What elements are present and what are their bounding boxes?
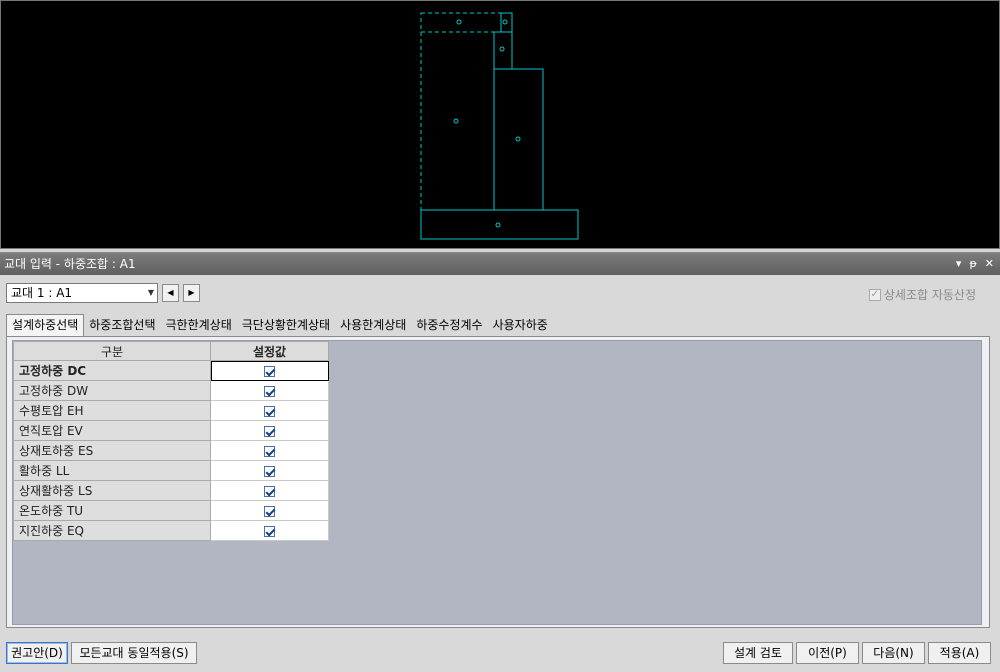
column-header-setting[interactable]: 설정값 (210, 341, 329, 361)
load-setting-cell[interactable] (210, 420, 329, 441)
load-name[interactable]: 상재활하중 LS (13, 480, 211, 501)
load-setting-cell[interactable] (210, 360, 329, 381)
next-button[interactable]: 다음(N) (862, 642, 925, 664)
load-setting-cell[interactable] (210, 500, 329, 521)
load-setting-cell[interactable] (210, 460, 329, 481)
design-review-button[interactable]: 설계 검토 (723, 642, 793, 664)
abutment-section-drawing (420, 12, 579, 240)
next-abutment-button[interactable]: ▶ (183, 284, 200, 302)
load-checkbox[interactable] (264, 405, 275, 417)
load-checkbox[interactable] (264, 465, 275, 477)
close-icon[interactable]: ✕ (985, 253, 994, 275)
table-row: 온도하중 TU (13, 500, 329, 521)
table-row: 수평토압 EH (13, 400, 329, 421)
dropdown-icon[interactable]: ▾ (956, 253, 962, 275)
centroid-marker (499, 46, 505, 52)
table-header-row: 구분 설정값 (13, 341, 329, 361)
tab-load-combination-selection[interactable]: 하중조합선택 (84, 316, 160, 336)
chevron-down-icon: ▼ (147, 288, 154, 297)
load-setting-cell[interactable] (210, 440, 329, 461)
abutment-select[interactable]: 교대 1 : A1 ▼ (6, 283, 158, 303)
table-row: 상재활하중 LS (13, 480, 329, 501)
tab-user-load[interactable]: 사용자하중 (488, 316, 553, 336)
tab-load-modifier[interactable]: 하중수정계수 (411, 316, 487, 336)
bridge-selector-row: 교대 1 : A1 ▼ ◀ ▶ (6, 283, 200, 303)
auto-combination-label: 상세조합 자동산정 (883, 288, 976, 302)
centroid-marker (495, 222, 501, 228)
stem (493, 68, 544, 211)
tab-service-limit-state[interactable]: 사용한계상태 (335, 316, 411, 336)
load-setting-cell[interactable] (210, 520, 329, 541)
load-setting-cell[interactable] (210, 380, 329, 401)
load-setting-cell[interactable] (210, 400, 329, 421)
load-checkbox[interactable] (264, 425, 275, 437)
panel-titlebar: 교대 입력 - 하중조합 : A1 ▾ ᵽ ✕ (0, 253, 1000, 275)
load-combination-panel: 교대 입력 - 하중조합 : A1 ▾ ᵽ ✕ 교대 1 : A1 ▼ ◀ ▶ … (0, 252, 1000, 672)
load-checkbox[interactable] (264, 365, 275, 377)
tab-extreme-event-limit-state[interactable]: 극단상황한계상태 (237, 316, 335, 336)
load-name[interactable]: 고정하중 DC (13, 360, 211, 381)
centroid-marker (502, 19, 508, 25)
tab-content: 구분 설정값 고정하중 DC 고정하중 DW 수평토압 EH 연직토압 EV 상… (6, 336, 990, 628)
abutment-select-value: 교대 1 : A1 (11, 286, 73, 300)
column-header-category[interactable]: 구분 (13, 341, 211, 361)
load-name[interactable]: 상재토하중 ES (13, 440, 211, 461)
load-name[interactable]: 활하중 LL (13, 460, 211, 481)
prev-abutment-button[interactable]: ◀ (162, 284, 179, 302)
auto-combination-checkbox[interactable]: ✓ (868, 288, 881, 301)
apply-all-abutments-button[interactable]: 모든교대 동일적용(S) (71, 642, 197, 664)
load-name[interactable]: 연직토압 EV (13, 420, 211, 441)
load-name[interactable]: 고정하중 DW (13, 380, 211, 401)
tab-strip: 설계하중선택 하중조합선택 극한한계상태 극단상황한계상태 사용한계상태 하중수… (6, 314, 553, 336)
prev-button[interactable]: 이전(P) (796, 642, 859, 664)
centroid-marker (453, 118, 459, 124)
table-row: 고정하중 DW (13, 380, 329, 401)
load-checkbox[interactable] (264, 485, 275, 497)
load-checkbox[interactable] (264, 525, 275, 537)
table-row: 고정하중 DC (13, 360, 329, 381)
centroid-marker (456, 19, 462, 25)
load-checkbox[interactable] (264, 385, 275, 397)
load-checkbox[interactable] (264, 445, 275, 457)
button-bar: 권고안(D) 모든교대 동일적용(S) 설계 검토 이전(P) 다음(N) 적용… (0, 637, 1000, 667)
design-load-table: 구분 설정값 고정하중 DC 고정하중 DW 수평토압 EH 연직토압 EV 상… (13, 341, 329, 541)
apply-button[interactable]: 적용(A) (928, 642, 991, 664)
pin-icon[interactable]: ᵽ (969, 253, 976, 275)
load-name[interactable]: 수평토압 EH (13, 400, 211, 421)
auto-combination-option[interactable]: ✓ 상세조합 자동산정 (868, 286, 976, 303)
recommend-button[interactable]: 권고안(D) (6, 642, 68, 664)
table-row: 활하중 LL (13, 460, 329, 481)
tab-design-load-selection[interactable]: 설계하중선택 (6, 314, 85, 336)
table-row: 지진하중 EQ (13, 520, 329, 541)
centroid-marker (515, 136, 521, 142)
panel-title: 교대 입력 - 하중조합 : A1 (4, 257, 136, 271)
tab-strength-limit-state[interactable]: 극한한계상태 (161, 316, 237, 336)
load-name[interactable]: 지진하중 EQ (13, 520, 211, 541)
load-grid-area: 구분 설정값 고정하중 DC 고정하중 DW 수평토압 EH 연직토압 EV 상… (12, 340, 982, 625)
load-name[interactable]: 온도하중 TU (13, 500, 211, 521)
table-row: 연직토압 EV (13, 420, 329, 441)
drawing-canvas[interactable] (0, 0, 1000, 249)
load-checkbox[interactable] (264, 505, 275, 517)
load-setting-cell[interactable] (210, 480, 329, 501)
table-row: 상재토하중 ES (13, 440, 329, 461)
